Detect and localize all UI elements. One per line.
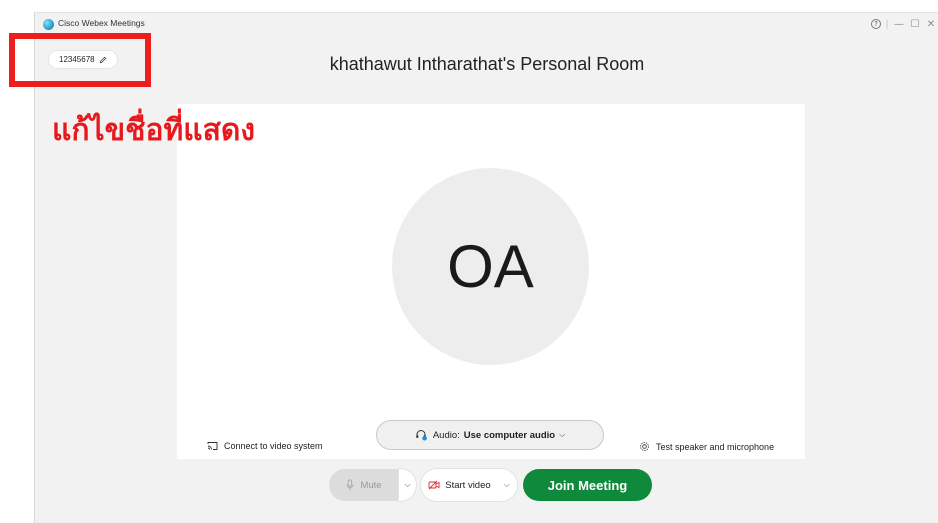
join-meeting-button[interactable]: Join Meeting <box>523 469 652 501</box>
close-icon[interactable]: ✕ <box>923 19 938 30</box>
chevron-down-icon: ⌵ <box>404 480 411 489</box>
annotation-highlight-box <box>9 33 151 87</box>
start-video-button[interactable]: Start video ⌵ <box>421 469 517 501</box>
webex-logo-icon <box>43 19 54 30</box>
microphone-icon <box>346 479 354 490</box>
chevron-down-icon: ⌵ <box>559 430 566 439</box>
page-title: khathawut Intharathat's Personal Room <box>329 54 645 74</box>
annotation-label: แก้ไขชื่อที่แสดง <box>52 113 256 148</box>
audio-selector[interactable]: Audio: Use computer audio ⌵ <box>376 420 604 450</box>
audio-value: Use computer audio <box>463 429 556 441</box>
avatar: OA <box>392 168 589 365</box>
app-title: Cisco Webex Meetings <box>58 18 145 28</box>
maximize-icon[interactable]: ☐ <box>907 19 923 30</box>
video-off-icon <box>428 480 440 490</box>
start-video-label: Start video <box>445 479 491 491</box>
mute-options-dropdown[interactable]: ⌵ <box>399 469 416 501</box>
connect-video-system-button[interactable]: Connect to video system <box>207 441 323 451</box>
gear-icon <box>640 442 649 451</box>
headset-icon <box>416 430 427 441</box>
control-divider: | <box>885 18 889 30</box>
meeting-controls: Mute ⌵ Start video ⌵ Join Meeting <box>35 469 938 501</box>
help-icon[interactable]: ? <box>871 19 881 29</box>
cast-icon <box>207 442 218 450</box>
webex-window: Cisco Webex Meetings ? | — ☐ ✕ 12345678 … <box>34 12 938 523</box>
test-speaker-label: Test speaker and microphone <box>656 441 775 452</box>
title-bar: Cisco Webex Meetings ? | — ☐ ✕ <box>35 13 938 35</box>
connect-video-label: Connect to video system <box>224 441 323 451</box>
test-speaker-button[interactable]: Test speaker and microphone <box>639 441 774 452</box>
audio-prefix: Audio: <box>432 429 460 441</box>
video-preview: OA Connect to video system Audio: Use co… <box>177 104 805 459</box>
mute-button[interactable]: Mute <box>329 469 399 501</box>
mute-label: Mute <box>360 479 382 491</box>
minimize-icon[interactable]: — <box>891 19 907 30</box>
window-controls: ? | — ☐ ✕ <box>871 16 938 32</box>
chevron-down-icon[interactable]: ⌵ <box>504 480 510 490</box>
